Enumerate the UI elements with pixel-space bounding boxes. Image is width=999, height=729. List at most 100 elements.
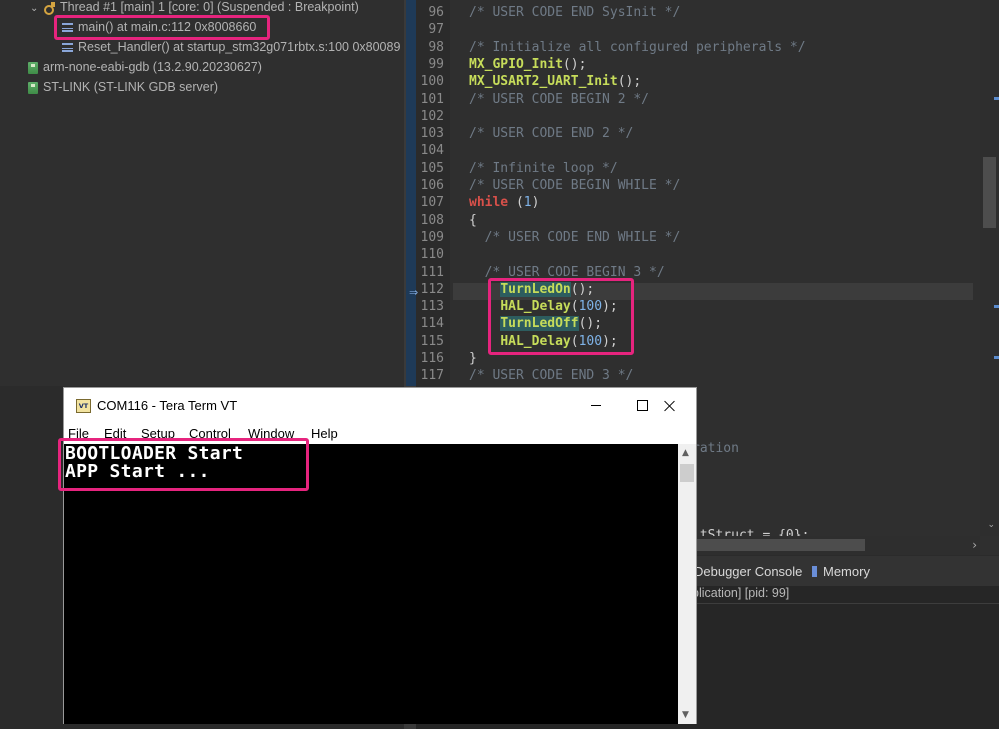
menu-file[interactable]: File: [68, 426, 89, 441]
code-token: /* USER CODE BEGIN 3 */: [469, 264, 665, 280]
window-titlebar[interactable]: VT COM116 - Tera Term VT: [64, 388, 696, 426]
annotation-mark: [994, 356, 999, 359]
code-token: ();: [562, 56, 587, 72]
editor-ruler: [406, 0, 416, 386]
code-line: }: [469, 350, 477, 367]
terminal-scrollbar[interactable]: ▲ ▼: [678, 444, 696, 724]
gdb-process-icon: [28, 81, 38, 94]
line-number: 109: [420, 229, 444, 245]
line-number: 113: [420, 299, 444, 315]
console-status-text: plication] [pid: 99]: [692, 586, 790, 600]
chevron-down-icon[interactable]: ⌄: [30, 0, 42, 19]
thread-label: Thread #1 [main] 1 [core: 0] (Suspended …: [60, 0, 359, 14]
stack-frame-icon: [62, 23, 73, 33]
code-token: );: [602, 299, 618, 315]
code-token: /* USER CODE END SysInit */: [469, 5, 681, 20]
editor-horizontal-scrollbar[interactable]: ›: [680, 536, 980, 555]
code-token: HAL_Delay: [500, 299, 571, 315]
code-token: /* Initialize all configured peripherals…: [469, 39, 806, 55]
line-number: 115: [420, 333, 444, 349]
tree-frame-main[interactable]: main() at main.c:112 0x8008660: [62, 17, 256, 37]
chevron-down-icon[interactable]: ⌄: [987, 520, 995, 530]
code-line: /* USER CODE BEGIN 3 */: [469, 264, 665, 281]
tab-memory[interactable]: Memory: [812, 564, 870, 579]
line-number: 96: [428, 5, 444, 20]
chevron-right-icon[interactable]: ›: [972, 536, 977, 555]
frame-label: main() at main.c:112 0x8008660: [78, 20, 257, 34]
tree-thread[interactable]: ⌄ Thread #1 [main] 1 [core: 0] (Suspended…: [30, 0, 359, 17]
code-line: TurnLedOff();: [469, 315, 602, 332]
code-token: /* USER CODE BEGIN 2 */: [469, 91, 650, 107]
code-line: MX_USART2_UART_Init();: [469, 73, 641, 90]
code-line: HAL_Delay(100);: [469, 298, 618, 315]
scrollbar-thumb[interactable]: [983, 157, 996, 228]
line-number: 108: [420, 212, 444, 228]
chevron-down-icon[interactable]: ▼: [682, 710, 689, 720]
menu-setup[interactable]: Setup: [141, 426, 175, 441]
line-number: 114: [420, 316, 444, 332]
line-number: 112: [420, 281, 444, 297]
code-token: /* USER CODE BEGIN WHILE */: [469, 178, 681, 193]
close-button[interactable]: [647, 388, 693, 420]
suspended-thread-icon: [44, 2, 55, 16]
debug-tree: ⌄ Thread #1 [main] 1 [core: 0] (Suspended…: [0, 0, 404, 386]
tree-frame-reset[interactable]: Reset_Handler() at startup_stm32g071rbtx…: [62, 37, 400, 57]
code-token: ();: [570, 281, 595, 297]
process-label: ST-LINK (ST-LINK GDB server): [43, 80, 219, 94]
frame-label: Reset_Handler() at startup_stm32g071rbtx…: [78, 40, 401, 54]
line-number: 110: [420, 247, 444, 263]
code-token: /* USER CODE END 3 */: [469, 368, 634, 384]
code-line: /* Infinite loop */: [469, 160, 618, 177]
scrollbar-thumb[interactable]: [680, 464, 694, 482]
teraterm-app-icon: VT: [76, 399, 91, 413]
code-token: 1: [523, 195, 532, 211]
tab-label: Memory: [823, 564, 870, 579]
line-number: 103: [420, 126, 444, 142]
memory-icon: [812, 566, 817, 577]
teraterm-window[interactable]: VT COM116 - Tera Term VT File Edit Setup…: [63, 387, 697, 724]
minimize-button[interactable]: [573, 388, 619, 420]
code-token: ): [531, 195, 540, 211]
code-line: TurnLedOn();: [469, 281, 594, 298]
stack-frame-icon: [62, 43, 73, 53]
code-token: HAL_Delay: [500, 333, 571, 349]
code-fragment: ration: [692, 441, 739, 456]
code-token: {: [469, 212, 477, 228]
window-title: COM116 - Tera Term VT: [97, 398, 238, 413]
code-token: /* USER CODE END 2 */: [469, 126, 634, 142]
terminal-screen[interactable]: BOOTLOADER Start APP Start ...: [64, 444, 678, 724]
tree-process-gdb[interactable]: arm-none-eabi-gdb (13.2.90.20230627): [28, 57, 262, 77]
code-line: /* USER CODE END 3 */: [469, 367, 633, 384]
menu-edit[interactable]: Edit: [104, 426, 126, 441]
code-token: 100: [578, 333, 603, 349]
code-token: MX_USART2_UART_Init: [469, 74, 618, 90]
annotation-mark: [994, 97, 999, 100]
code-line: /* USER CODE END 2 */: [469, 125, 633, 142]
menu-help[interactable]: Help: [311, 426, 338, 441]
code-line: while (1): [469, 194, 539, 211]
tree-process-stlink[interactable]: ST-LINK (ST-LINK GDB server): [28, 77, 218, 97]
instruction-pointer-icon: ⇒: [409, 286, 419, 299]
menu-bar: File Edit Setup Control Window Help: [64, 424, 696, 444]
code-token: }: [469, 351, 477, 366]
annotation-mark: [994, 305, 999, 308]
scrollbar-thumb[interactable]: [680, 539, 865, 551]
code-token: (: [570, 333, 579, 349]
code-token: while: [469, 195, 509, 211]
line-number: 99: [428, 56, 444, 72]
code-token: TurnLedOn: [500, 281, 571, 297]
code-token: MX_GPIO_Init: [469, 56, 563, 72]
editor-vertical-scrollbar[interactable]: ⌄: [980, 0, 999, 536]
menu-control[interactable]: Control: [189, 426, 231, 441]
tab-debugger-console[interactable]: Debugger Console: [694, 564, 802, 579]
code-line: /* USER CODE END SysInit */: [469, 4, 680, 21]
line-number: 101: [420, 91, 444, 107]
terminal-line: APP Start ...: [65, 461, 210, 482]
code-line: /* USER CODE BEGIN WHILE */: [469, 177, 680, 194]
menu-window[interactable]: Window: [248, 426, 294, 441]
code-token: /* Infinite loop */: [469, 160, 618, 176]
chevron-up-icon[interactable]: ▲: [682, 448, 689, 458]
code-token: );: [602, 333, 618, 349]
